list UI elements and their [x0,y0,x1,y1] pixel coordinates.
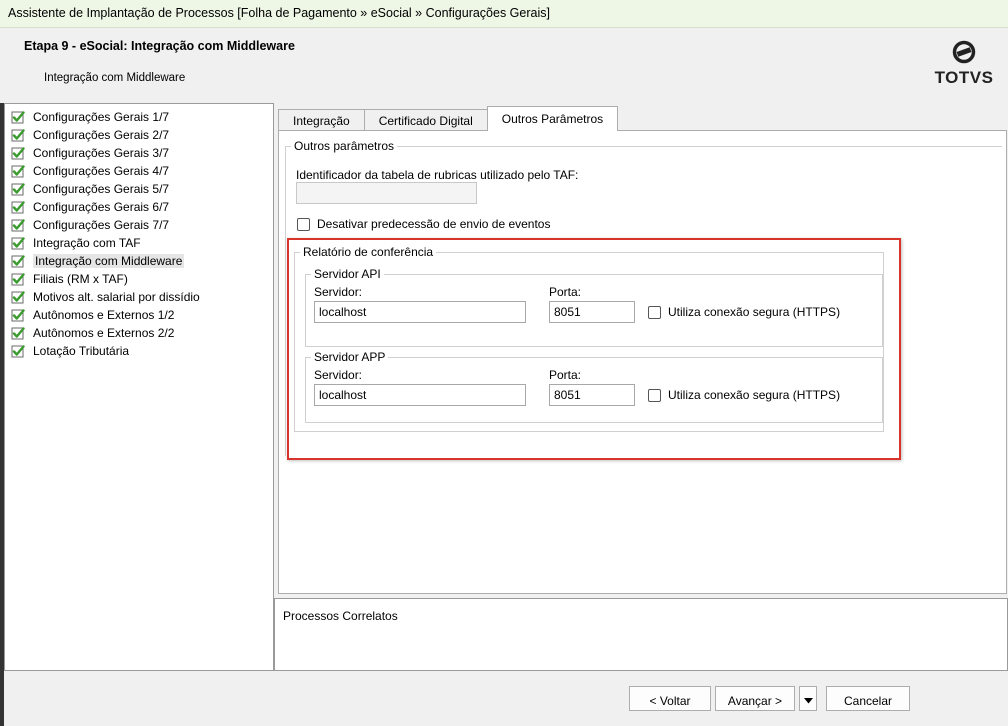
tree-item[interactable]: Configurações Gerais 5/7 [5,180,273,198]
outros-parametros-legend: Outros parâmetros [291,139,398,153]
tree-item-label: Configurações Gerais 7/7 [33,218,170,232]
tree-item[interactable]: Configurações Gerais 2/7 [5,126,273,144]
tree-item[interactable]: Integração com Middleware [5,252,273,270]
checked-doc-icon [11,345,25,358]
tree-item[interactable]: Autônomos e Externos 2/2 [5,324,273,342]
checked-doc-icon [11,165,25,178]
tree-item[interactable]: Integração com TAF [5,234,273,252]
next-button[interactable]: Avançar > [715,686,795,711]
tree-item[interactable]: Lotação Tributária [5,342,273,360]
rubricas-input[interactable] [296,182,477,204]
step-title: Etapa 9 - eSocial: Integração com Middle… [24,39,295,53]
tree-item[interactable]: Configurações Gerais 3/7 [5,144,273,162]
checked-doc-icon [11,111,25,124]
steps-tree: Configurações Gerais 1/7 Configurações Ge… [4,103,274,671]
checked-doc-icon [11,291,25,304]
checked-doc-icon [11,147,25,160]
tree-item-label: Configurações Gerais 4/7 [33,164,170,178]
desativar-checkbox-label: Desativar predecessão de envio de evento… [317,217,551,231]
tree-item-label: Autônomos e Externos 2/2 [33,326,175,340]
tab-integracao[interactable]: Integração [278,109,365,131]
tree-item-label: Lotação Tributária [33,344,130,358]
checked-doc-icon [11,309,25,322]
wizard-header: Etapa 9 - eSocial: Integração com Middle… [0,28,1008,103]
checked-doc-icon [11,237,25,250]
totvs-logo: TOTVS [930,40,998,96]
back-button[interactable]: < Voltar [629,686,711,711]
tree-item-label: Autônomos e Externos 1/2 [33,308,175,322]
tree-item[interactable]: Filiais (RM x TAF) [5,270,273,288]
checked-doc-icon [11,129,25,142]
tree-item-label: Configurações Gerais 5/7 [33,182,170,196]
tree-item[interactable]: Configurações Gerais 7/7 [5,216,273,234]
tree-item-label: Configurações Gerais 1/7 [33,110,170,124]
checked-doc-icon [11,219,25,232]
tree-item-label: Filiais (RM x TAF) [33,272,128,286]
cancel-button[interactable]: Cancelar [826,686,910,711]
desativar-predecessao-checkbox[interactable]: Desativar predecessão de envio de evento… [297,217,550,231]
checked-doc-icon [11,201,25,214]
next-dropdown-button[interactable] [799,686,817,711]
tree-item[interactable]: Configurações Gerais 6/7 [5,198,273,216]
tree-item-label: Configurações Gerais 2/7 [33,128,170,142]
tab-strip: Integração Certificado Digital Outros Pa… [278,106,619,131]
totvs-logo-icon [952,40,976,64]
tree-item-label: Configurações Gerais 3/7 [33,146,170,160]
tree-item[interactable]: Motivos alt. salarial por dissídio [5,288,273,306]
tree-item-label: Integração com Middleware [33,254,185,268]
tab-outros-parametros[interactable]: Outros Parâmetros [486,106,619,131]
checked-doc-icon [11,327,25,340]
logo-text: TOTVS [934,68,994,87]
button-bar: < Voltar Avançar > Cancelar [4,671,1008,726]
tab-certificado-digital[interactable]: Certificado Digital [363,109,488,131]
checked-doc-icon [11,255,25,268]
step-subtitle: Integração com Middleware [44,72,186,84]
tree-item[interactable]: Configurações Gerais 4/7 [5,162,273,180]
tree-item[interactable]: Configurações Gerais 1/7 [5,108,273,126]
checked-doc-icon [11,183,25,196]
window-title: Assistente de Implantação de Processos [… [0,0,1008,28]
processos-correlatos-label: Processos Correlatos [283,609,398,623]
rubricas-label: Identificador da tabela de rubricas util… [296,168,579,182]
tree-item-label: Motivos alt. salarial por dissídio [33,290,200,304]
tree-item[interactable]: Autônomos e Externos 1/2 [5,306,273,324]
tree-item-label: Integração com TAF [33,236,141,250]
processos-correlatos-panel: Processos Correlatos [274,598,1008,671]
chevron-down-icon [803,698,813,704]
tree-item-label: Configurações Gerais 6/7 [33,200,170,214]
checked-doc-icon [11,273,25,286]
desativar-checkbox-box[interactable] [297,217,310,231]
highlight-box [287,238,901,460]
